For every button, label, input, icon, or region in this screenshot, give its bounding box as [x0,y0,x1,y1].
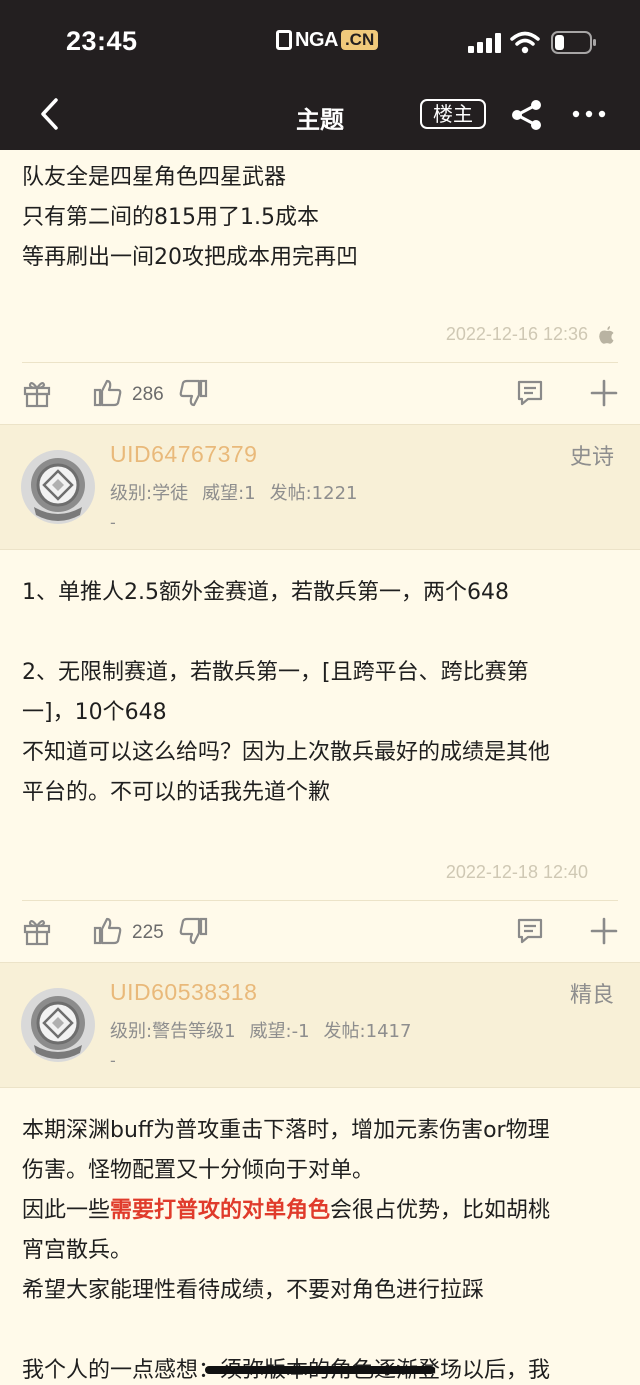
post-line: 队友全是四星角色四星武器 [22,165,287,190]
apple-icon [599,326,614,344]
like-icon[interactable] [93,916,123,946]
plus-icon[interactable] [589,378,619,408]
comment-icon[interactable] [515,378,545,408]
gift-icon[interactable] [22,916,52,946]
author-signature: - [110,513,116,532]
author-rank: 史诗 [569,445,614,470]
like-count: 286 [132,384,164,405]
post-line: 不知道可以这么给吗？因为上次散兵最好的成绩是其他 [22,740,551,765]
avatar[interactable] [20,987,96,1063]
gift-icon[interactable] [22,378,52,408]
post-content: 1、单推人2.5额外金赛道，若散兵第一，两个648 2、无限制赛道，若散兵第一，… [22,573,616,813]
home-indicator[interactable] [205,1366,435,1374]
post-line: 宵宫散兵。 [22,1238,133,1263]
post-line: 因此一些需要打普攻的对单角色会很占优势，比如胡桃 [22,1191,616,1231]
author-prestige: 威望:-1 [249,1021,310,1042]
post-line: 2、无限制赛道，若散兵第一，[且跨平台、跨比赛第 [22,660,529,685]
post-timestamp: 2022-12-18 12:40 [445,862,588,882]
post-action-bar: 286 [0,364,640,424]
author-header: UID64767379 级别:学徒 威望:1 发帖:1221 - 史诗 [0,425,640,549]
like-count: 225 [132,922,164,943]
author-posts: 发帖:1221 [269,483,358,504]
author-level: 级别:警告等级1 [110,1021,236,1042]
comment-icon[interactable] [515,916,545,946]
avatar[interactable] [20,449,96,525]
divider [22,362,618,363]
dislike-icon[interactable] [178,916,208,946]
post-timestamp: 2022-12-16 12:36 [445,324,588,344]
author-posts: 发帖:1417 [323,1021,412,1042]
post-line: 一]，10个648 [22,700,167,725]
highlighted-text: 需要打普攻的对单角色 [110,1198,331,1223]
wifi-icon [510,31,540,54]
post-line: 1、单推人2.5额外金赛道，若散兵第一，两个648 [22,580,509,605]
divider [22,900,618,901]
author-meta: 级别:学徒 威望:1 发帖:1221 [110,479,371,505]
status-bar: 23:45 NGA .CN [0,0,640,80]
nav-bar: 主题 楼主 [0,80,640,150]
post-content: 本期深渊buff为普攻重击下落时，增加元素伤害or物理 伤害。怪物配置又十分倾向… [22,1111,616,1385]
author-header: UID60538318 级别:警告等级1 威望:-1 发帖:1417 - 精良 [0,963,640,1087]
divider [0,1087,640,1088]
author-level: 级别:学徒 [110,483,189,504]
post-line: 希望大家能理性看待成绩，不要对角色进行拉踩 [22,1278,485,1303]
post-line: 伤害。怪物配置又十分倾向于对单。 [22,1158,375,1183]
logo-text: NGA [295,28,338,51]
post-line: 只有第二间的815用了1.5成本 [22,205,319,230]
post-content: 队友全是四星角色四星武器 只有第二间的815用了1.5成本 等再刷出一间20攻把… [22,158,616,278]
author-rank: 精良 [569,983,614,1008]
nga-logo: NGA .CN [276,28,379,52]
author-signature: - [110,1051,116,1070]
status-time: 23:45 [66,26,138,56]
page-title: 主题 [296,106,344,134]
post-line: 等再刷出一间20攻把成本用完再凹 [22,245,358,270]
post-action-bar: 225 [0,902,640,962]
author-uid[interactable]: UID60538318 [110,979,257,1006]
author-meta: 级别:警告等级1 威望:-1 发帖:1417 [110,1017,425,1043]
op-only-button[interactable]: 楼主 [420,99,486,129]
post-line: 本期深渊buff为普攻重击下落时，增加元素伤害or物理 [22,1118,550,1143]
top-bar: 23:45 NGA .CN 主题 楼主 [0,0,640,150]
post-text: 会很占优势，比如胡桃 [330,1198,551,1223]
share-icon[interactable] [510,98,544,132]
logo-suffix: .CN [340,30,379,50]
author-uid[interactable]: UID64767379 [110,441,257,468]
logo-mark-icon [276,30,292,50]
divider [0,549,640,550]
dislike-icon[interactable] [178,378,208,408]
battery-icon [551,31,596,54]
post-line: 平台的。不可以的话我先道个歉 [22,780,331,805]
like-icon[interactable] [93,378,123,408]
plus-icon[interactable] [589,916,619,946]
post-text: 因此一些 [22,1198,111,1223]
more-icon[interactable] [572,104,606,124]
cellular-signal-icon [468,33,502,53]
author-prestige: 威望:1 [202,483,256,504]
